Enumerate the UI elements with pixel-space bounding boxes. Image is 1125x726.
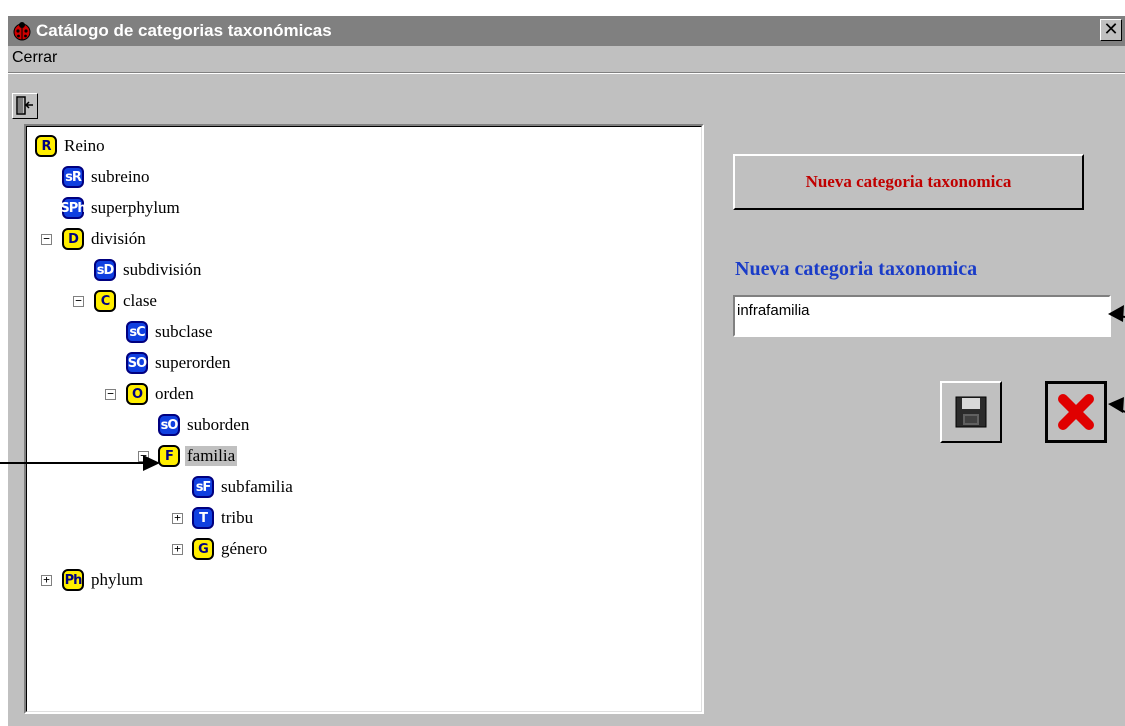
annotation-arrows [0,305,1125,471]
arrow-to-cancel [1108,397,1125,413]
arrow-to-input [1108,305,1125,322]
arrow-to-familia [0,455,160,471]
